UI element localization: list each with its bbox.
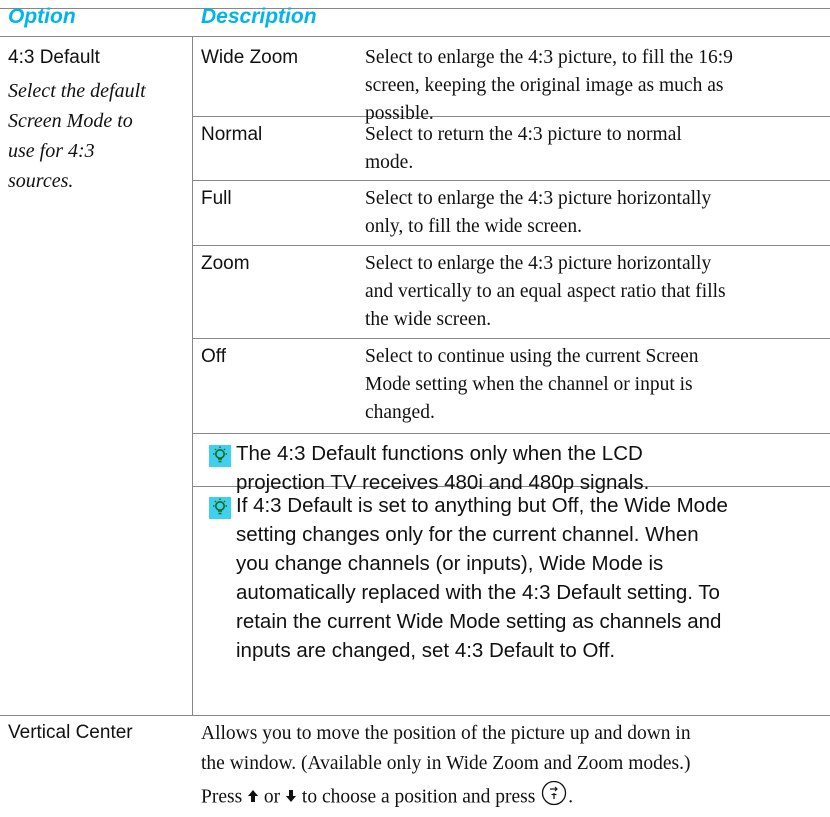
mode-label-normal: Normal <box>201 124 263 145</box>
option-note-line: Select the default <box>8 80 146 102</box>
section-rule <box>0 715 830 716</box>
mode-desc-line: mode. <box>365 152 414 173</box>
mode-desc-line: Select to enlarge the 4:3 picture, to fi… <box>365 47 733 68</box>
press-end: . <box>568 786 574 808</box>
vertical-center-desc: Allows you to move the position of the p… <box>201 719 691 817</box>
mode-rule-4 <box>192 338 830 339</box>
tip-line: inputs are changed, set 4:3 Default to O… <box>236 639 616 662</box>
mode-desc-line: the wide screen. <box>365 309 492 330</box>
mode-desc-line: Select to enlarge the 4:3 picture horizo… <box>365 188 712 209</box>
arrow-down-icon <box>285 783 297 813</box>
mode-desc-normal: Select to return the 4:3 picture to norm… <box>365 121 825 177</box>
mode-label-zoom: Zoom <box>201 253 250 274</box>
option-label-4-3-default: 4:3 Default <box>8 47 100 68</box>
mode-desc-line: only, to fill the wide screen. <box>365 216 582 237</box>
mode-desc-line: and vertically to an equal aspect ratio … <box>365 281 726 302</box>
option-note: Select the default Screen Mode to use fo… <box>8 76 146 196</box>
arrow-up-icon <box>247 783 259 813</box>
mode-desc-off: Select to continue using the current Scr… <box>365 343 825 427</box>
mode-desc-full: Select to enlarge the 4:3 picture horizo… <box>365 185 825 241</box>
tip-line: setting changes only for the current cha… <box>236 523 699 546</box>
lightbulb-tip-icon <box>209 445 231 467</box>
mode-desc-line: changed. <box>365 402 435 423</box>
mode-label-off: Off <box>201 346 226 367</box>
mode-rule-2 <box>192 180 830 181</box>
top-rule <box>0 8 830 9</box>
mode-rule-3 <box>192 245 830 246</box>
mode-desc-zoom: Select to enlarge the 4:3 picture horizo… <box>365 250 825 334</box>
option-note-line: Screen Mode to <box>8 110 133 132</box>
manual-page: Option Description 4:3 Default Select th… <box>0 0 830 813</box>
header-option: Option <box>8 5 76 28</box>
mode-desc-line: Mode setting when the channel or input i… <box>365 374 693 395</box>
tip-line: retain the current Wide Mode setting as … <box>236 610 722 633</box>
press-or: or <box>263 786 281 808</box>
mode-label-wide-zoom: Wide Zoom <box>201 47 299 68</box>
mode-desc-line: Select to enlarge the 4:3 picture horizo… <box>365 253 712 274</box>
option-note-line: use for 4:3 <box>8 140 95 162</box>
mode-desc-line: screen, keeping the original image as mu… <box>365 75 724 96</box>
tip-line: automatically replaced with the 4:3 Defa… <box>236 581 720 604</box>
lightbulb-tip-icon <box>209 497 231 519</box>
header-rule <box>0 36 830 37</box>
mode-desc-line: Select to return the 4:3 picture to norm… <box>365 124 682 145</box>
mode-label-full: Full <box>201 188 232 209</box>
press-suffix: to choose a position and press <box>301 786 536 808</box>
tip-line: If 4:3 Default is set to anything but Of… <box>236 494 728 517</box>
vc-desc-line: the window. (Available only in Wide Zoom… <box>201 753 691 774</box>
mode-desc-line: Select to continue using the current Scr… <box>365 346 699 367</box>
tip-text-1: The 4:3 Default functions only when the … <box>236 439 830 497</box>
select-button-icon <box>540 779 568 817</box>
header-description: Description <box>201 5 317 28</box>
mode-rule-5 <box>192 433 830 434</box>
tip-line: you change channels (or inputs), Wide Mo… <box>236 552 664 575</box>
column-rule <box>192 37 193 715</box>
option-label-vertical-center: Vertical Center <box>8 722 133 743</box>
option-note-line: sources. <box>8 170 74 192</box>
tip-text-2: If 4:3 Default is set to anything but Of… <box>236 491 830 665</box>
vc-press-line: Press or to choose a position and press <box>201 779 691 817</box>
press-prefix: Press <box>201 786 243 808</box>
vc-desc-line: Allows you to move the position of the p… <box>201 723 691 744</box>
tip-line: The 4:3 Default functions only when the … <box>236 442 643 465</box>
mode-desc-wide-zoom: Select to enlarge the 4:3 picture, to fi… <box>365 44 825 128</box>
